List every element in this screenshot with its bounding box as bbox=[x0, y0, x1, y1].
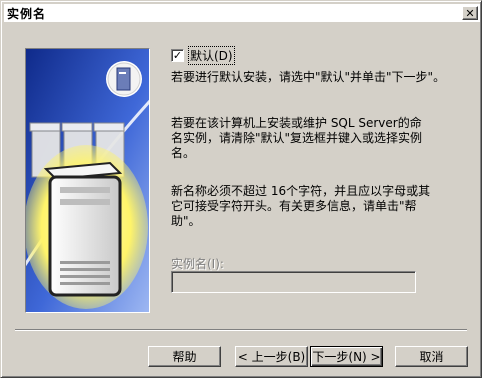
named-instance-instruction: 若要在该计算机上安装或维护 SQL Server的命名实例，请清除"默认"复选框… bbox=[171, 116, 423, 160]
instance-name-input[interactable] bbox=[171, 271, 416, 293]
default-checkbox[interactable]: ✓ bbox=[171, 49, 184, 62]
server-tower-illustration bbox=[26, 49, 149, 312]
next-button[interactable]: 下一步(N) > bbox=[310, 346, 383, 367]
close-button[interactable]: ✕ bbox=[462, 6, 478, 20]
server-icon bbox=[106, 61, 142, 97]
default-instance-row[interactable]: ✓ 默认(D) bbox=[171, 46, 235, 65]
name-rules-instruction: 新名称必须不超过 16个字符，并且应以字母或其它可接受字符开头。有关更多信息，请… bbox=[171, 184, 431, 228]
server-illustration bbox=[25, 48, 150, 313]
title-bar[interactable]: 实例名 ✕ bbox=[4, 4, 480, 22]
default-checkbox-label[interactable]: 默认(D) bbox=[188, 46, 235, 65]
help-button[interactable]: 帮助 bbox=[148, 346, 221, 367]
instance-name-dialog: 实例名 ✕ ✓ 默认(D) 若要进行默认安装，请选中"默认"并单击"下一步"。 … bbox=[0, 0, 482, 378]
default-install-instruction: 若要进行默认安装，请选中"默认"并单击"下一步"。 bbox=[171, 70, 446, 84]
cancel-button[interactable]: 取消 bbox=[395, 346, 468, 367]
window-title: 实例名 bbox=[7, 6, 47, 21]
instance-name-label: 实例名(I): bbox=[171, 257, 224, 271]
check-icon: ✓ bbox=[172, 49, 183, 62]
back-button[interactable]: < 上一步(B) bbox=[235, 346, 308, 367]
button-separator bbox=[15, 329, 467, 331]
close-icon: ✕ bbox=[465, 6, 475, 20]
